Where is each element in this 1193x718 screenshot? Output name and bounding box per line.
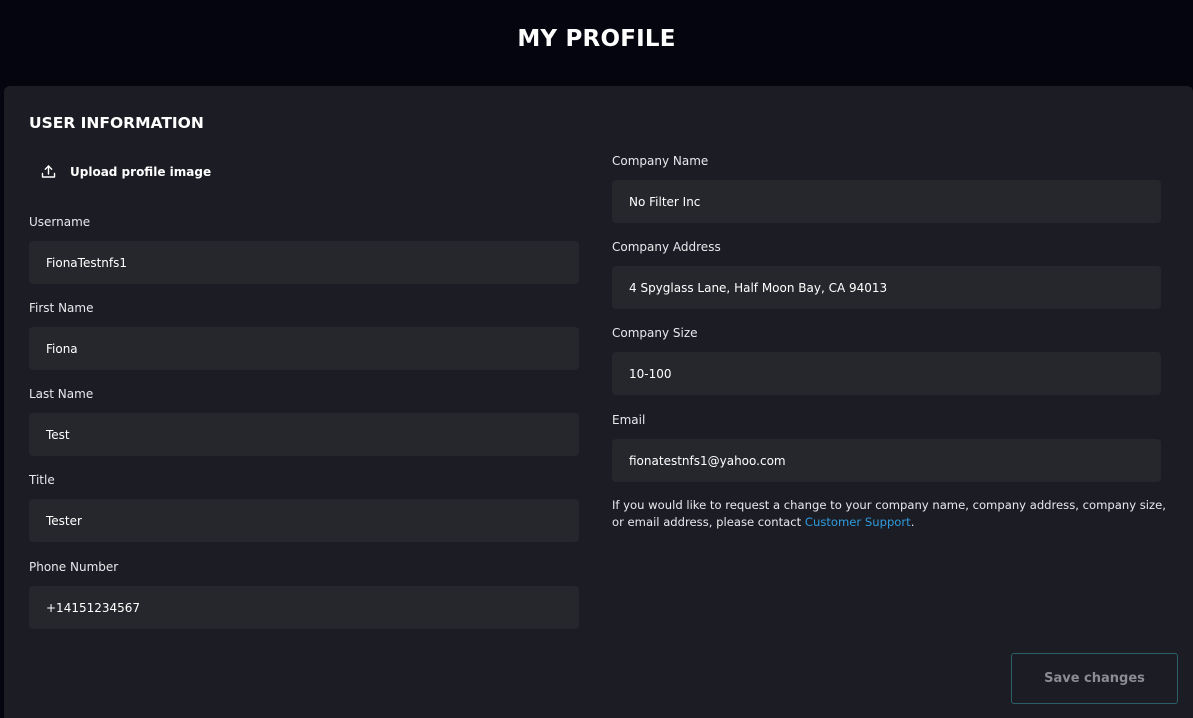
- upload-icon: [41, 164, 56, 179]
- title-label: Title: [29, 473, 55, 487]
- note-suffix: .: [910, 515, 915, 529]
- username-field-group: Username FionaTestnfs1: [29, 215, 579, 284]
- section-title: USER INFORMATION: [29, 114, 204, 132]
- title-field-group: Title Tester: [29, 473, 579, 542]
- phone-number-field-group: Phone Number +14151234567: [29, 560, 579, 629]
- first-name-field-group: First Name Fiona: [29, 301, 579, 370]
- user-information-card: USER INFORMATION Upload profile image Us…: [4, 86, 1193, 718]
- phone-number-label: Phone Number: [29, 560, 119, 574]
- last-name-label: Last Name: [29, 387, 94, 401]
- username-input[interactable]: FionaTestnfs1: [29, 241, 579, 284]
- last-name-input[interactable]: Test: [29, 413, 579, 456]
- customer-support-link[interactable]: Customer Support: [805, 515, 911, 529]
- upload-label: Upload profile image: [70, 164, 212, 179]
- company-address-input[interactable]: 4 Spyglass Lane, Half Moon Bay, CA 94013: [612, 266, 1161, 309]
- title-input[interactable]: Tester: [29, 499, 579, 542]
- company-size-field-group: Company Size 10-100: [612, 326, 1161, 395]
- company-size-label: Company Size: [612, 326, 698, 340]
- phone-number-input[interactable]: +14151234567: [29, 586, 579, 629]
- first-name-label: First Name: [29, 301, 94, 315]
- company-size-input[interactable]: 10-100: [612, 352, 1161, 395]
- username-label: Username: [29, 215, 91, 229]
- save-changes-button[interactable]: Save changes: [1011, 653, 1178, 704]
- company-name-input[interactable]: No Filter Inc: [612, 180, 1161, 223]
- company-name-field-group: Company Name No Filter Inc: [612, 154, 1161, 223]
- company-address-field-group: Company Address 4 Spyglass Lane, Half Mo…: [612, 240, 1161, 309]
- first-name-input[interactable]: Fiona: [29, 327, 579, 370]
- change-request-note: If you would like to request a change to…: [612, 497, 1177, 531]
- email-field-group: Email fionatestnfs1@yahoo.com: [612, 413, 1161, 482]
- profile-page: MY PROFILE USER INFORMATION Upload profi…: [0, 0, 1193, 718]
- email-label: Email: [612, 413, 646, 427]
- last-name-field-group: Last Name Test: [29, 387, 579, 456]
- company-address-label: Company Address: [612, 240, 721, 254]
- page-title: MY PROFILE: [517, 26, 676, 52]
- upload-profile-image-button[interactable]: Upload profile image: [41, 164, 211, 179]
- company-name-label: Company Name: [612, 154, 709, 168]
- email-input[interactable]: fionatestnfs1@yahoo.com: [612, 439, 1161, 482]
